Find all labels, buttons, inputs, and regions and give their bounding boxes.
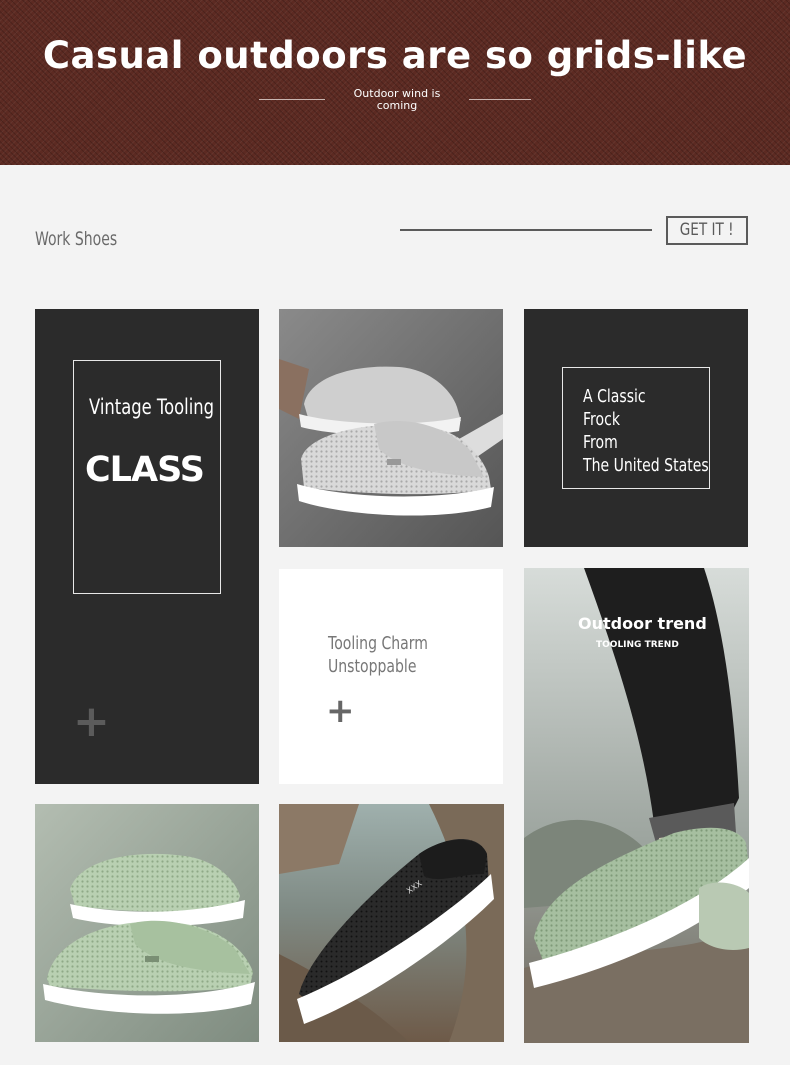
tooling-charm-text: Tooling Charm Unstoppable: [328, 632, 456, 678]
classic-line-3: From: [583, 432, 618, 453]
outdoor-trend-title: Outdoor trend: [578, 614, 707, 633]
classic-text: A Classic Frock From The United States: [583, 385, 744, 477]
charm-line-2: Unstoppable: [328, 656, 417, 677]
classic-line-1: A Classic: [583, 386, 646, 407]
classic-frock-tile[interactable]: A Classic Frock From The United States: [524, 309, 748, 547]
section-title: Work Shoes: [35, 228, 118, 250]
plus-icon[interactable]: +: [326, 691, 355, 731]
vintage-tooling-tile[interactable]: Vintage Tooling CLASS +: [35, 309, 259, 784]
tooling-charm-tile[interactable]: Tooling Charm Unstoppable +: [279, 569, 503, 784]
class-text: CLASS: [85, 450, 205, 490]
black-shoe-photo[interactable]: XXX: [279, 804, 504, 1042]
classic-line-2: Frock: [583, 409, 620, 430]
banner-divider-left: [259, 99, 325, 100]
header-banner: Casual outdoors are so grids-like Outdoo…: [0, 0, 790, 165]
charm-line-1: Tooling Charm: [328, 633, 428, 654]
classic-line-4: The United States: [583, 455, 709, 476]
outdoor-trend-photo[interactable]: Outdoor trend TOOLING TREND: [524, 568, 749, 1043]
get-it-button[interactable]: GET IT !: [666, 216, 748, 245]
black-shoe-image: XXX: [279, 804, 504, 1042]
outdoor-trend-subtitle: TOOLING TREND: [596, 640, 679, 650]
vintage-tooling-text: Vintage Tooling: [89, 395, 215, 419]
banner-divider-right: [469, 99, 531, 100]
banner-title: Casual outdoors are so grids-like: [42, 34, 748, 77]
grey-shoes-image: [279, 309, 503, 547]
green-shoes-image: [35, 804, 259, 1042]
banner-subtitle: Outdoor wind is coming: [353, 87, 441, 112]
grey-shoes-photo[interactable]: [279, 309, 503, 547]
plus-icon[interactable]: +: [73, 700, 110, 744]
get-it-label: GET IT !: [680, 220, 734, 240]
section-divider: [400, 229, 652, 231]
green-shoes-photo[interactable]: [35, 804, 259, 1042]
